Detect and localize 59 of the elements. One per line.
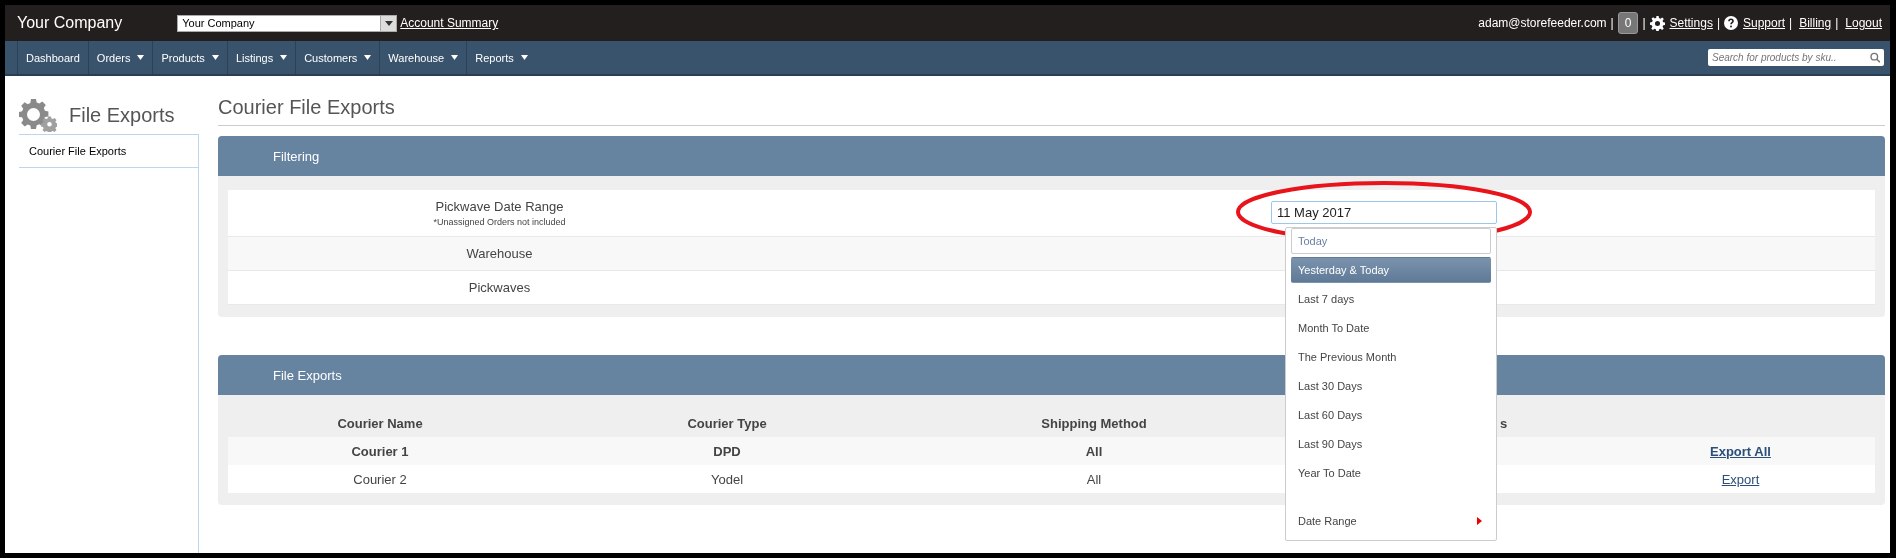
date-preset-option[interactable]: Last 7 days (1291, 286, 1491, 312)
search-icon (1869, 52, 1880, 63)
nav-menu-item[interactable]: Customers (295, 41, 380, 74)
nav-menu-item[interactable]: Warehouse (379, 41, 467, 74)
date-preset-option[interactable]: Today (1291, 228, 1491, 254)
nav-menu-item[interactable]: Dashboard (17, 41, 88, 74)
table-cell: Yodel (710, 471, 744, 487)
settings-icon (1649, 15, 1665, 31)
filter-label: Warehouse (466, 246, 533, 261)
separator-text: | (1642, 16, 1646, 30)
table-cell: All (1085, 443, 1103, 459)
date-range-field[interactable]: 11 May 2017 (1271, 201, 1497, 224)
nav-menu-item[interactable]: Listings (226, 41, 296, 74)
sidebar-title: File Exports (69, 103, 175, 127)
export-link[interactable]: Export All (1710, 443, 1771, 459)
sidebar-item[interactable]: Courier File Exports (19, 134, 198, 168)
table-cell: Courier 1 (351, 443, 409, 459)
column-header: Courier Name (337, 415, 423, 431)
search-field[interactable]: Search for products by sku.. (1708, 49, 1884, 66)
date-preset-option[interactable]: Yesterday & Today (1291, 257, 1491, 283)
company-select[interactable]: Your Company (177, 14, 398, 32)
column-header: Courier Type (687, 415, 767, 431)
table-cell: All (1086, 471, 1102, 487)
page-title: Courier File Exports (218, 76, 1885, 126)
caret-icon (384, 20, 393, 26)
separator-text: | (1835, 16, 1839, 30)
filter-note: *Unassigned Orders not included (433, 217, 566, 227)
nav-menu-item[interactable]: Reports (466, 41, 536, 74)
header-link[interactable]: Support (1743, 16, 1786, 30)
date-preset-option[interactable]: The Previous Month (1291, 344, 1491, 370)
panel-header: Filtering (218, 136, 1885, 176)
table-cell: Courier 2 (353, 471, 407, 487)
filter-label: Pickwave Date Range (435, 199, 564, 214)
date-preset-option[interactable]: Month To Date (1291, 315, 1491, 341)
separator-text: | (1716, 16, 1720, 30)
gears-icon (19, 98, 57, 132)
separator-text: | (1789, 16, 1793, 30)
user-email: adam@storefeeder.com (1478, 16, 1607, 30)
submenu-arrow-icon (1477, 517, 1482, 525)
export-link[interactable]: Export (1721, 471, 1760, 487)
notification-count[interactable]: 0 (1617, 12, 1639, 34)
date-preset-option[interactable]: Last 90 Days (1291, 431, 1491, 457)
header-link[interactable]: Logout (1845, 16, 1882, 30)
table-cell: DPD (713, 443, 741, 459)
column-header: s (1500, 415, 1508, 431)
company-name: Your Company (17, 14, 123, 32)
account-summary-link[interactable]: Account Summary (400, 16, 499, 30)
nav-menu-item[interactable]: Orders (87, 41, 153, 74)
date-preset-option[interactable]: Date Range (1291, 508, 1491, 534)
header-link[interactable]: Settings (1669, 16, 1713, 30)
filter-label: Pickwaves (468, 280, 531, 295)
help-icon (1724, 16, 1738, 30)
separator-text: | (1610, 16, 1614, 30)
nav-menu-item[interactable]: Products (152, 41, 227, 74)
header-link[interactable]: Billing (1799, 16, 1832, 30)
date-preset-option[interactable]: Last 60 Days (1291, 402, 1491, 428)
date-preset-option[interactable]: Last 30 Days (1291, 373, 1491, 399)
date-preset-option[interactable]: Year To Date (1291, 460, 1491, 486)
column-header: Shipping Method (1041, 415, 1147, 431)
